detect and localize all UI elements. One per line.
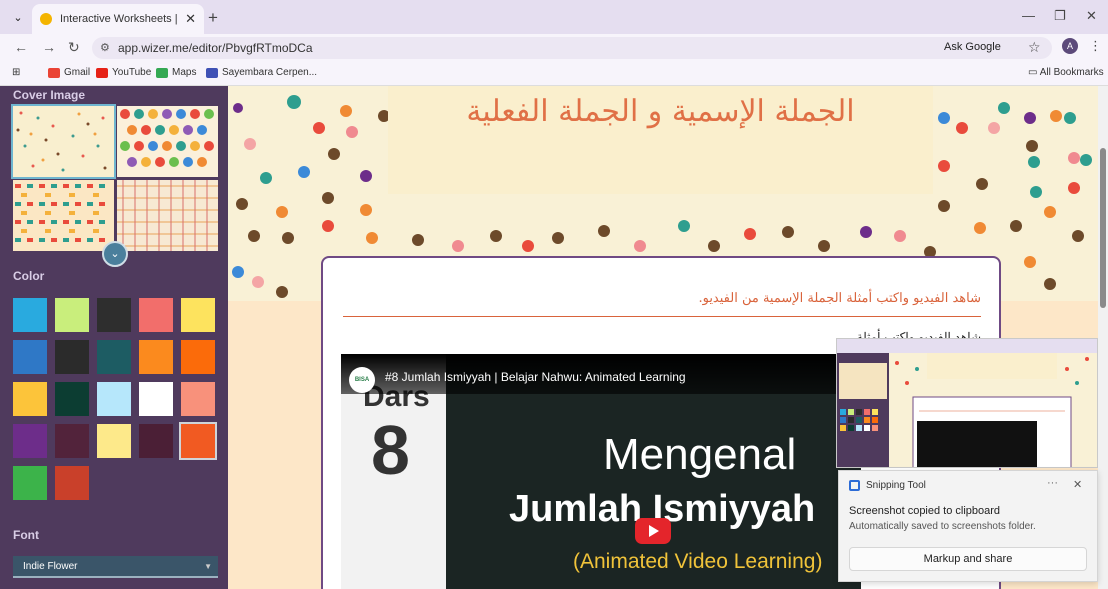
all-bookmarks-label: All Bookmarks [1039,67,1104,78]
color-swatch[interactable] [139,340,173,374]
url-text: app.wizer.me/editor/PbvgfRTmoDCa [118,41,313,55]
toast-app-name: Snipping Tool [866,480,926,491]
bookmarks-bar: ⊞ Gmail YouTube Maps Sayembara Cerpen...… [0,62,1108,86]
url-input[interactable]: ⚙ app.wizer.me/editor/PbvgfRTmoDCa Ask G… [92,37,1052,59]
bookmark-gmail[interactable]: Gmail [48,67,90,78]
bookmark-label: YouTube [112,67,152,78]
more-options-icon[interactable]: ··· [1047,477,1058,489]
youtube-icon [96,67,108,78]
bookmark-label: Gmail [64,67,91,78]
bookmark-youtube[interactable]: YouTube [96,67,151,78]
toast-body: Automatically saved to screenshots folde… [849,521,1036,532]
worksheet-title-box[interactable]: الجملة الإسمية و الجملة الفعلية [388,86,933,194]
toast-heading: Screenshot copied to clipboard [849,505,1001,517]
color-swatch[interactable] [13,466,47,500]
doc-icon [206,67,218,78]
color-swatch[interactable] [55,382,89,416]
color-swatch[interactable] [13,382,47,416]
cover-option-confetti[interactable] [11,104,116,179]
apps-icon[interactable]: ⊞ [12,67,20,78]
restore-icon[interactable]: ❐ [1054,8,1066,24]
close-window-icon[interactable]: ✕ [1086,8,1097,24]
close-icon[interactable]: ✕ [1073,478,1082,491]
tab-title: Interactive Worksheets | Wizer.me [60,13,179,25]
forward-icon[interactable]: → [42,39,56,55]
video-animated-text: (Animated Video Learning) [573,550,823,573]
color-swatch[interactable] [97,382,131,416]
ask-google-button[interactable]: Ask Google [944,41,1001,53]
worksheet-title: الجملة الإسمية و الجملة الفعلية [466,94,855,129]
color-swatch[interactable] [139,382,173,416]
expand-covers-button[interactable]: ⌄ [102,241,128,267]
font-select[interactable]: Indie Flower ▼ [13,556,218,578]
cover-option-pattern[interactable] [13,180,114,251]
bookmark-star-icon[interactable]: ☆ [1028,39,1041,56]
tab-bar: ⌄ Interactive Worksheets | Wizer.me ✕ + … [0,0,1108,34]
wizer-favicon-icon [40,13,52,25]
color-swatch[interactable] [55,298,89,332]
color-swatch[interactable] [179,422,217,460]
bookmark-sayembara[interactable]: Sayembara Cerpen... [206,67,317,78]
cover-image-heading: Cover Image [13,88,86,102]
video-mengenal-text: Mengenal [603,430,797,479]
font-heading: Font [13,528,39,542]
play-icon[interactable] [635,518,671,544]
color-swatch[interactable] [139,424,173,458]
bookmark-label: Maps [172,67,197,78]
color-swatch[interactable] [13,298,47,332]
channel-logo[interactable]: BISA [349,367,375,393]
color-swatch[interactable] [139,298,173,332]
font-value: Indie Flower [23,561,78,572]
cover-image-grid [11,104,218,251]
chevron-down-icon: ▼ [204,562,212,571]
all-bookmarks-button[interactable]: ▭ All Bookmarks [1028,67,1104,78]
address-bar: ← → ↻ ⚙ app.wizer.me/editor/PbvgfRTmoDCa… [0,34,1108,62]
menu-icon[interactable]: ⋮ [1089,38,1102,54]
color-swatch[interactable] [55,340,89,374]
back-icon[interactable]: ← [14,39,28,55]
markup-and-share-button[interactable]: Markup and share [849,547,1087,571]
color-swatch[interactable] [55,466,89,500]
color-swatch[interactable] [55,424,89,458]
page-scrollbar[interactable] [1098,86,1108,589]
question-title: شاهد الفيديو واكتب أمثلة الجملة الإسمية … [343,291,981,317]
profile-avatar[interactable]: A [1062,38,1078,54]
color-swatch[interactable] [97,340,131,374]
browser-tab[interactable]: Interactive Worksheets | Wizer.me ✕ [32,4,204,34]
bookmark-maps[interactable]: Maps [156,67,196,78]
maps-icon [156,67,168,78]
video-lesson-number: 8 [371,411,410,489]
reload-icon[interactable]: ↻ [68,39,80,56]
close-tab-icon[interactable]: ✕ [185,11,196,27]
site-info-icon[interactable]: ⚙ [100,41,110,54]
snipping-tool-icon [849,480,860,491]
scrollbar-thumb[interactable] [1100,148,1106,308]
cover-option-plaid[interactable] [117,180,218,251]
color-swatch[interactable] [181,382,215,416]
screenshot-preview[interactable] [836,338,1098,468]
color-swatch[interactable] [181,340,215,374]
bookmark-label: Sayembara Cerpen... [222,67,318,78]
youtube-video-embed[interactable]: Dars 8 Mengenal Jumlah Ismiyyah (Animate… [341,354,861,589]
new-tab-button[interactable]: + [208,8,218,28]
color-swatch[interactable] [13,424,47,458]
color-swatch[interactable] [97,424,131,458]
minimize-icon[interactable]: — [1022,8,1035,23]
color-swatch[interactable] [13,340,47,374]
cover-option-trees[interactable] [117,106,218,177]
snipping-tool-notification: Snipping Tool ··· ✕ Screenshot copied to… [838,470,1098,582]
color-swatch[interactable] [181,298,215,332]
theme-sidebar: Cover Image ⌄ Color Font Indie Flower ▼ [0,86,228,589]
color-heading: Color [13,269,45,283]
tab-search-button[interactable]: ⌄ [8,8,28,28]
gmail-icon [48,67,60,78]
video-title[interactable]: #8 Jumlah Ismiyyah | Belajar Nahwu: Anim… [385,370,686,384]
color-swatch[interactable] [97,298,131,332]
